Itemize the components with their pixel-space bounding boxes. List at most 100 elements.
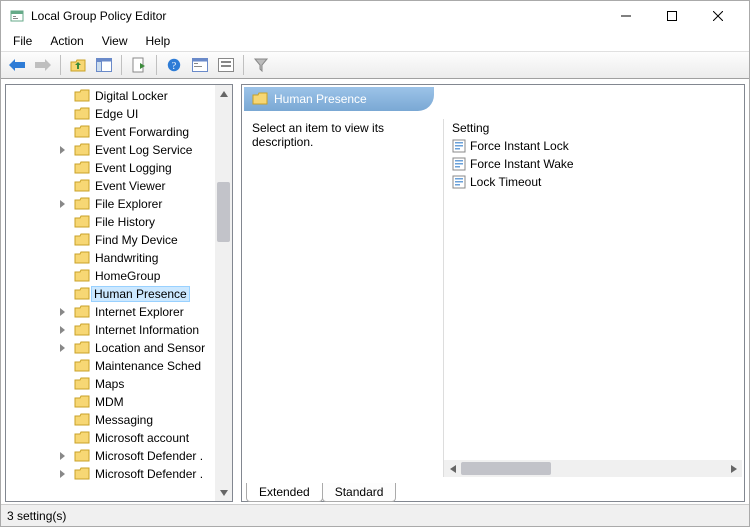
folder-icon [74, 395, 90, 409]
tree-item-label: Microsoft Defender . [94, 467, 204, 481]
tree-item[interactable]: Digital Locker [6, 87, 215, 105]
scroll-track[interactable] [215, 102, 232, 484]
tree-item-label: Handwriting [94, 251, 159, 265]
settings-list: Force Instant LockForce Instant WakeLock… [444, 137, 742, 460]
folder-icon [74, 89, 90, 103]
scroll-down-arrow[interactable] [215, 484, 232, 501]
tab-standard[interactable]: Standard [322, 483, 397, 502]
tree-item-label: Event Log Service [94, 143, 193, 157]
tree-item-label: HomeGroup [94, 269, 161, 283]
toolbar-separator [243, 55, 244, 75]
minimize-button[interactable] [603, 1, 649, 31]
title-bar: Local Group Policy Editor [1, 1, 749, 31]
details-header-tab: Human Presence [244, 87, 434, 111]
tree-item-label: Digital Locker [94, 89, 169, 103]
setting-item[interactable]: Force Instant Wake [448, 155, 738, 173]
folder-icon [74, 467, 90, 481]
tree-item[interactable]: Location and Sensor [6, 339, 215, 357]
tree-item[interactable]: Event Forwarding [6, 123, 215, 141]
tree-item-label: File History [94, 215, 156, 229]
toolbar: ? [1, 51, 749, 79]
tree-item[interactable]: Internet Information [6, 321, 215, 339]
menu-help[interactable]: Help [138, 32, 179, 50]
back-button[interactable] [5, 54, 29, 76]
tree-item-label: Messaging [94, 413, 154, 427]
folder-icon [74, 431, 90, 445]
tree-item[interactable]: Edge UI [6, 105, 215, 123]
tree-item[interactable]: Event Logging [6, 159, 215, 177]
splitter[interactable] [235, 80, 239, 504]
up-level-button[interactable] [66, 54, 90, 76]
properties-button[interactable] [188, 54, 212, 76]
scroll-left-arrow[interactable] [444, 460, 461, 477]
scroll-thumb[interactable] [217, 182, 230, 242]
tree-item-label: Event Logging [94, 161, 173, 175]
tree-item-label: Event Forwarding [94, 125, 190, 139]
setting-item[interactable]: Lock Timeout [448, 173, 738, 191]
tree-item-label: Microsoft account [94, 431, 190, 445]
folder-icon [74, 287, 90, 301]
tree-item-label: Internet Explorer [94, 305, 185, 319]
status-text: 3 setting(s) [7, 509, 66, 523]
toolbar-separator [121, 55, 122, 75]
forward-button[interactable] [31, 54, 55, 76]
help-button[interactable]: ? [162, 54, 186, 76]
tree-item[interactable]: Internet Explorer [6, 303, 215, 321]
tree-item[interactable]: Messaging [6, 411, 215, 429]
tree-item[interactable]: Microsoft account [6, 429, 215, 447]
tree-scrollbar[interactable] [215, 85, 232, 501]
folder-icon [74, 233, 90, 247]
folder-icon [74, 359, 90, 373]
options-button[interactable] [214, 54, 238, 76]
maximize-button[interactable] [649, 1, 695, 31]
folder-icon [74, 323, 90, 337]
tree-item[interactable]: Human Presence [6, 285, 215, 303]
filter-button[interactable] [249, 54, 273, 76]
export-button[interactable] [127, 54, 151, 76]
tree-item-label: Find My Device [94, 233, 179, 247]
tree-item[interactable]: Find My Device [6, 231, 215, 249]
scroll-thumb[interactable] [461, 462, 551, 475]
settings-column-header[interactable]: Setting [444, 119, 742, 137]
description-text: Select an item to view its description. [252, 121, 435, 149]
folder-icon [74, 215, 90, 229]
show-hide-tree-button[interactable] [92, 54, 116, 76]
tree-item[interactable]: Microsoft Defender . [6, 465, 215, 483]
details-header: Human Presence [242, 85, 744, 113]
tree-item[interactable]: Handwriting [6, 249, 215, 267]
view-tabs: Extended Standard [242, 479, 744, 501]
description-column: Select an item to view its description. [244, 119, 444, 477]
tree-item[interactable]: Maps [6, 375, 215, 393]
tree-item[interactable]: Event Log Service [6, 141, 215, 159]
folder-icon [74, 305, 90, 319]
settings-hscrollbar[interactable] [444, 460, 742, 477]
policy-icon [452, 139, 466, 153]
tree-item-label: Maps [94, 377, 125, 391]
folder-icon [74, 269, 90, 283]
tree-item[interactable]: File Explorer [6, 195, 215, 213]
details-header-title: Human Presence [274, 92, 367, 106]
details-pane: Human Presence Select an item to view it… [241, 84, 745, 502]
scroll-track[interactable] [461, 460, 725, 477]
tree-item[interactable]: Event Viewer [6, 177, 215, 195]
folder-icon [74, 449, 90, 463]
scroll-up-arrow[interactable] [215, 85, 232, 102]
tree-item[interactable]: Microsoft Defender . [6, 447, 215, 465]
tree-item-label: File Explorer [94, 197, 163, 211]
tree-item[interactable]: HomeGroup [6, 267, 215, 285]
tree-item[interactable]: File History [6, 213, 215, 231]
tree-item[interactable]: MDM [6, 393, 215, 411]
policy-icon [452, 157, 466, 171]
tree-item[interactable]: Maintenance Sched [6, 357, 215, 375]
tree-item-label: Event Viewer [94, 179, 166, 193]
setting-item[interactable]: Force Instant Lock [448, 137, 738, 155]
menu-file[interactable]: File [5, 32, 40, 50]
policy-icon [452, 175, 466, 189]
close-button[interactable] [695, 1, 741, 31]
tab-extended[interactable]: Extended [246, 483, 323, 502]
menu-view[interactable]: View [94, 32, 136, 50]
folder-icon [74, 107, 90, 121]
tree-view[interactable]: Digital Locker Edge UI Event Forwarding Eve… [6, 85, 215, 501]
menu-action[interactable]: Action [42, 32, 91, 50]
scroll-right-arrow[interactable] [725, 460, 742, 477]
